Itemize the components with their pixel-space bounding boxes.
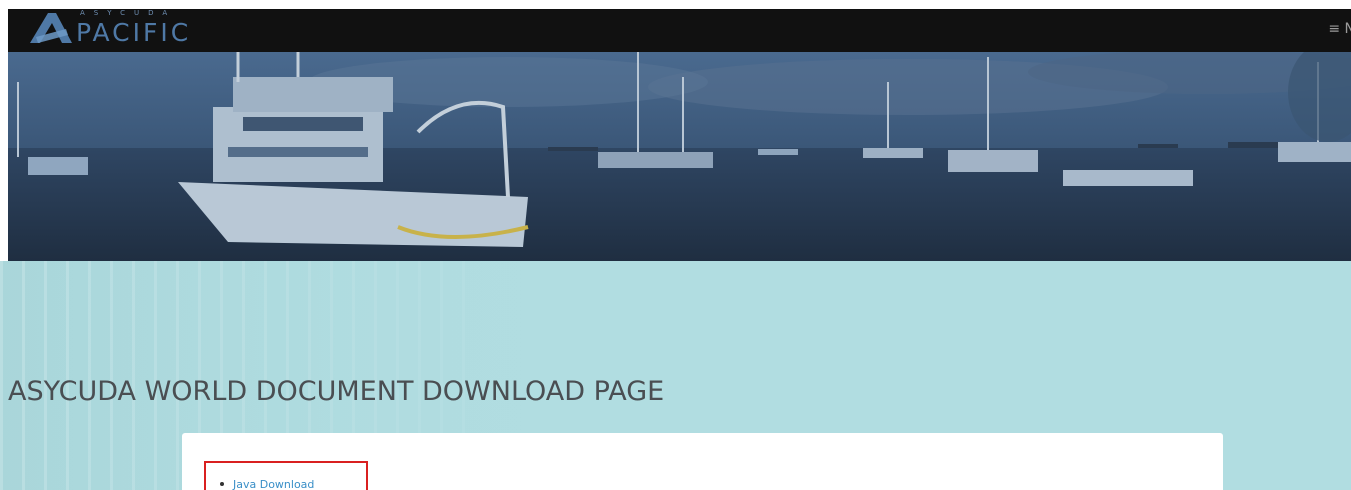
asycuda-logo-icon: [30, 13, 72, 43]
download-list: Java Download: [204, 461, 368, 490]
hamburger-icon: ≡ N: [1328, 21, 1351, 37]
top-navbar: ASYCUDA PACIFIC ≡ N: [8, 9, 1351, 52]
harbour-boats-image: [8, 52, 1351, 261]
logo-small-text: ASYCUDA: [80, 9, 177, 17]
page-title: ASYCUDA WORLD DOCUMENT DOWNLOAD PAGE: [8, 376, 665, 407]
logo-text: PACIFIC: [76, 18, 192, 47]
menu-toggle-button[interactable]: ≡ N: [1328, 21, 1351, 37]
site-logo[interactable]: ASYCUDA PACIFIC: [26, 9, 246, 52]
bullet-icon: [220, 482, 224, 486]
list-item: Java Download: [220, 478, 314, 490]
content-area: ASYCUDA WORLD DOCUMENT DOWNLOAD PAGE Jav…: [0, 261, 1351, 490]
hero-banner: [8, 52, 1351, 261]
page: ASYCUDA PACIFIC ≡ N ASYCUDA WORLD DOCUME…: [0, 0, 1351, 490]
java-download-link[interactable]: Java Download: [233, 478, 314, 490]
download-card: Java Download: [182, 433, 1223, 490]
